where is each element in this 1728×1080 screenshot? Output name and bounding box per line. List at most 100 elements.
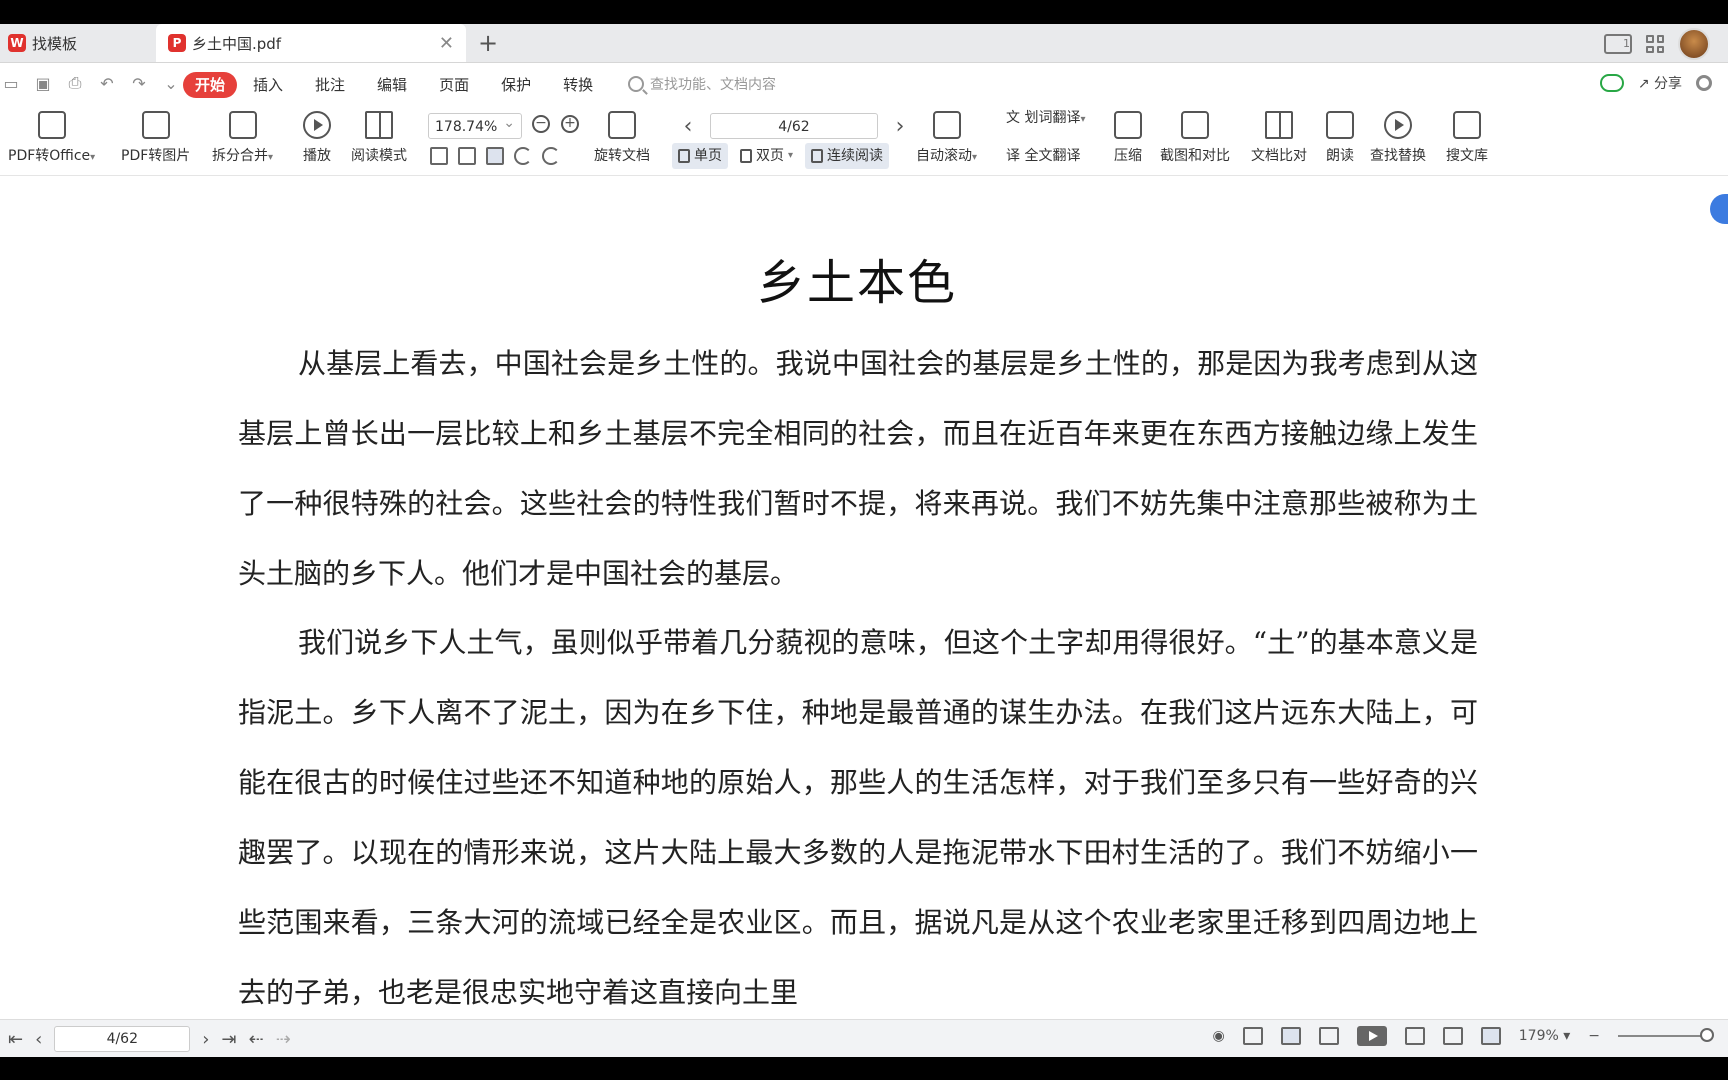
- rotate-doc-button[interactable]: 旋转文档: [594, 111, 650, 165]
- first-page-icon[interactable]: ⇤: [8, 1029, 23, 1050]
- full-translate-button[interactable]: 译 全文翻译: [1006, 145, 1080, 165]
- menu-edit[interactable]: 编辑: [361, 72, 423, 98]
- side-panel-handle-icon[interactable]: [1710, 194, 1728, 224]
- paragraph: 我们说乡下人土气，虽则似乎带着几分藐视的意味，但这个土字却用得很好。“土”的基本…: [238, 626, 1478, 1009]
- status-right: ◉ 179% ▾ −: [1213, 1026, 1714, 1046]
- menu-annotate[interactable]: 批注: [299, 72, 361, 98]
- last-page-icon[interactable]: ⇥: [222, 1029, 237, 1050]
- fit-page-icon[interactable]: [1442, 1027, 1463, 1045]
- open-folder-icon[interactable]: ▭: [0, 74, 22, 93]
- document-page[interactable]: 乡土本色 I 从基层上看去，中国社会是乡土性的。我说中国社会的基层是乡土性的，那…: [0, 176, 1728, 1019]
- tab-label: 乡土中国.pdf: [192, 34, 282, 53]
- fit-width-icon[interactable]: [486, 147, 504, 165]
- next-page-icon[interactable]: ›: [202, 1029, 209, 1050]
- back-icon[interactable]: ⇠: [249, 1029, 264, 1050]
- zoom-slider-knob[interactable]: [1700, 1028, 1714, 1042]
- more-icon[interactable]: ⌄: [160, 74, 182, 93]
- next-page-icon[interactable]: ›: [892, 114, 908, 139]
- compare-icon: [1265, 111, 1293, 139]
- compress-button[interactable]: 压缩: [1114, 111, 1142, 165]
- read-aloud-button[interactable]: 朗读: [1326, 111, 1354, 165]
- screenshot-icon: [1181, 111, 1209, 139]
- read-mode-button[interactable]: 阅读模式: [351, 111, 407, 165]
- close-tab-icon[interactable]: ✕: [439, 33, 454, 54]
- tab-templates[interactable]: W 找模板: [8, 24, 142, 62]
- status-zoom-select[interactable]: 179% ▾: [1519, 1028, 1571, 1044]
- auto-scroll-icon: [932, 111, 961, 139]
- word-translate-label: 划词翻译: [1024, 110, 1081, 126]
- share-button[interactable]: ↗ 分享: [1638, 73, 1682, 93]
- save-icon[interactable]: ▣: [32, 74, 54, 93]
- pdf-to-image-button[interactable]: PDF转图片: [121, 111, 190, 165]
- continuous-view-icon[interactable]: [1242, 1027, 1263, 1045]
- single-page-button[interactable]: 单页: [672, 143, 728, 169]
- auto-scroll-label: 自动滚动: [916, 148, 972, 164]
- status-bar: ⇤ ‹ 4/62 › ⇥ ⇠ ⇢ ◉ 179% ▾ −: [0, 1019, 1728, 1058]
- double-page-icon: [740, 149, 752, 163]
- page-number-input[interactable]: 4/62: [710, 113, 878, 139]
- prev-page-icon[interactable]: ‹: [680, 114, 696, 139]
- new-tab-icon[interactable]: +: [478, 29, 498, 57]
- single-page-icon: [678, 149, 690, 163]
- zoom-slider[interactable]: [1618, 1028, 1714, 1042]
- function-search[interactable]: 查找功能、文档内容: [628, 74, 776, 94]
- doc-compare-button[interactable]: 文档比对: [1251, 111, 1307, 165]
- eye-protection-icon[interactable]: ◉: [1213, 1028, 1225, 1044]
- tab-document[interactable]: P 乡土中国.pdf ✕: [156, 24, 466, 62]
- double-page-button[interactable]: 双页 ▾: [734, 143, 799, 169]
- redo-icon[interactable]: ↷: [128, 74, 150, 93]
- screenshot-compare-button[interactable]: 截图和对比: [1160, 111, 1230, 165]
- window-controls: 1: [1604, 28, 1710, 60]
- pdf-to-office-label: PDF转Office: [8, 148, 91, 164]
- wps-logo-icon: W: [8, 34, 26, 52]
- main-menu: 开始 插入 批注 编辑 页面 保护 转换: [183, 72, 609, 98]
- continuous-read-button[interactable]: 连续阅读: [805, 143, 890, 169]
- play-icon[interactable]: [1356, 1026, 1387, 1046]
- pdf-to-office-button[interactable]: PDF转Office▾: [8, 111, 95, 165]
- continuous-icon: [811, 149, 824, 163]
- search-library-button[interactable]: 搜文库: [1446, 111, 1488, 165]
- word-translate-button[interactable]: 文 划词翻译▾: [1006, 107, 1085, 127]
- menu-protect[interactable]: 保护: [485, 72, 547, 98]
- actual-size-icon[interactable]: [1404, 1027, 1425, 1045]
- zoom-out-icon[interactable]: −: [532, 115, 550, 133]
- zoom-out-icon[interactable]: −: [1588, 1028, 1600, 1044]
- fit-page-icon[interactable]: [458, 147, 476, 165]
- gear-icon[interactable]: [1696, 75, 1712, 91]
- magnifier-icon: [1384, 111, 1412, 139]
- menu-start[interactable]: 开始: [183, 72, 238, 98]
- menu-insert[interactable]: 插入: [237, 72, 299, 98]
- double-view-icon[interactable]: [1318, 1027, 1339, 1045]
- status-page-input[interactable]: 4/62: [54, 1026, 191, 1052]
- screenshot-compare-label: 截图和对比: [1160, 148, 1230, 164]
- undo-icon[interactable]: ↶: [96, 74, 118, 93]
- play-label: 播放: [303, 148, 331, 164]
- search-icon: [628, 76, 644, 92]
- layout-icon[interactable]: 1: [1604, 34, 1632, 54]
- apps-grid-icon[interactable]: [1646, 35, 1664, 53]
- menu-convert[interactable]: 转换: [547, 72, 609, 98]
- find-replace-button[interactable]: 查找替换: [1370, 111, 1426, 165]
- view-tools: [430, 147, 560, 165]
- split-merge-button[interactable]: 拆分合并▾: [212, 111, 273, 165]
- rotate-right-icon[interactable]: [542, 147, 560, 165]
- single-view-icon[interactable]: [1280, 1027, 1301, 1045]
- actual-size-icon[interactable]: [430, 147, 448, 165]
- avatar[interactable]: [1678, 28, 1710, 60]
- auto-scroll-button[interactable]: 自动滚动▾: [916, 111, 977, 165]
- forward-icon[interactable]: ⇢: [276, 1029, 291, 1050]
- doc-compare-label: 文档比对: [1251, 148, 1307, 164]
- zoom-in-icon[interactable]: +: [561, 115, 579, 133]
- continuous-label: 连续阅读: [827, 148, 884, 164]
- menu-right: ↗ 分享: [1599, 73, 1712, 93]
- print-icon[interactable]: ⎙: [64, 73, 86, 93]
- menu-page[interactable]: 页面: [423, 72, 485, 98]
- rotate-left-icon[interactable]: [514, 147, 532, 165]
- play-button[interactable]: 播放: [303, 111, 331, 165]
- quick-access-toolbar: ▭ ▣ ⎙ ↶ ↷ ⌄: [0, 73, 182, 93]
- fit-width-icon[interactable]: [1480, 1027, 1501, 1045]
- zoom-select[interactable]: 178.74%: [428, 110, 522, 139]
- paragraph: 从基层上看去，中国社会是乡土性的。我说中国社会的基层是乡土性的，那是因为我考虑到…: [238, 347, 1478, 590]
- cloud-sync-icon[interactable]: [1599, 74, 1624, 92]
- prev-page-icon[interactable]: ‹: [35, 1029, 42, 1050]
